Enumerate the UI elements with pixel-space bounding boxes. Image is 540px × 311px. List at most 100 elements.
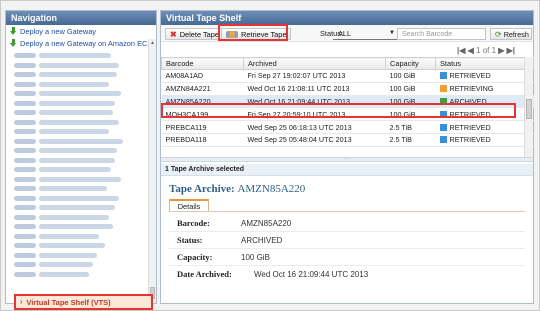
field-label-date-archived: Date Archived: [177, 269, 232, 279]
status-text: RETRIEVED [449, 122, 491, 132]
gateway-item-blurred[interactable] [6, 241, 149, 251]
column-header-archived[interactable]: Archived [243, 57, 386, 70]
cell-barcode: PREBDA118 [161, 133, 244, 147]
scroll-up-icon[interactable]: ▲ [150, 40, 155, 46]
cell-capacity: 100 GiB [385, 69, 436, 83]
gateway-item-blurred[interactable] [6, 213, 149, 223]
refresh-button[interactable]: ⟳ Refresh [490, 28, 532, 40]
cell-status: RETRIEVING [435, 82, 534, 96]
gateway-item-blurred[interactable] [6, 146, 149, 156]
gateway-item-blurred[interactable] [6, 222, 149, 232]
gateway-item-blurred[interactable] [6, 175, 149, 185]
delete-tape-button[interactable]: ✖ Delete Tape [165, 28, 225, 40]
divider [169, 231, 525, 232]
gateway-item-blurred[interactable] [6, 184, 149, 194]
gateway-item-blurred[interactable] [6, 156, 149, 166]
gateway-item-blurred[interactable] [6, 194, 149, 204]
table-row[interactable]: AMZN84A221 Wed Oct 16 21:08:11 UTC 2013 … [161, 82, 534, 96]
first-page-icon[interactable]: |◀ [457, 46, 465, 55]
virtual-tape-shelf-panel: Virtual Tape Shelf ✖ Delete Tape Retriev… [160, 10, 534, 304]
gateway-item-blurred[interactable] [6, 80, 149, 90]
status-square-icon [439, 72, 447, 80]
status-square-icon [439, 136, 447, 144]
cell-archived: Wed Oct 16 21:08:11 UTC 2013 [243, 82, 386, 96]
table-scrollbar[interactable] [524, 57, 533, 157]
delete-icon: ✖ [170, 29, 177, 39]
cell-capacity: 2.5 TiB [385, 133, 436, 147]
deploy-gateway-label: Deploy a new Gateway [20, 26, 96, 36]
divider [169, 265, 525, 266]
field-value-status: ARCHIVED [241, 236, 283, 245]
cell-barcode: AMZN84A221 [161, 82, 244, 96]
field-value-barcode: AMZN85A220 [241, 219, 292, 228]
chevron-right-icon: › [20, 298, 23, 306]
search-barcode-input[interactable]: Search Barcode [397, 28, 486, 40]
nav-item-virtual-tape-shelf[interactable]: › Virtual Tape Shelf (VTS) [14, 294, 153, 310]
gateway-item-blurred[interactable] [6, 108, 149, 118]
detail-title-prefix: Tape Archive: [169, 183, 235, 195]
gateway-item-blurred[interactable] [6, 251, 149, 261]
table-scroll-thumb[interactable] [526, 99, 532, 119]
field-label-capacity: Capacity: [177, 252, 213, 262]
deploy-gateway-link[interactable]: Deploy a new Gateway [6, 25, 156, 37]
gateway-item-blurred[interactable] [6, 118, 149, 128]
gateway-item-blurred[interactable] [6, 70, 149, 80]
gateway-item-blurred[interactable] [6, 127, 149, 137]
last-page-icon[interactable]: ▶| [507, 46, 515, 55]
table-row[interactable]: PREBDA118 Wed Sep 25 05:48:04 UTC 2013 2… [161, 133, 534, 147]
cell-capacity: 100 GiB [385, 82, 436, 96]
status-filter-select[interactable]: ALL ▼ [333, 28, 397, 40]
next-page-icon[interactable]: ▶ [498, 46, 504, 55]
gateway-item-blurred[interactable] [6, 232, 149, 242]
selection-count: 1 Tape Archive selected [161, 164, 533, 176]
cell-archived: Wed Sep 25 06:18:13 UTC 2013 [243, 120, 386, 134]
table-row[interactable]: AM08A1AD Fri Sep 27 19:02:07 UTC 2013 10… [161, 69, 534, 83]
column-header-status[interactable]: Status [435, 57, 534, 70]
cell-archived: Wed Sep 25 05:48:04 UTC 2013 [243, 133, 386, 147]
status-filter-value: ALL [338, 29, 352, 38]
cell-capacity: 2.5 TiB [385, 120, 436, 134]
gateway-item-blurred[interactable] [6, 99, 149, 109]
nav-scrollbar[interactable]: ▲ [148, 39, 156, 303]
column-header-barcode[interactable]: Barcode [161, 57, 244, 70]
gateway-list [6, 51, 149, 279]
navigation-title: Navigation [6, 11, 156, 25]
prev-page-icon[interactable]: ◀ [468, 46, 474, 55]
deploy-gateway-ec2-link[interactable]: Deploy a new Gateway on Amazon EC2 [6, 37, 156, 49]
gateway-item-blurred[interactable] [6, 165, 149, 175]
download-icon [10, 39, 17, 47]
cell-barcode: AM08A1AD [161, 69, 244, 83]
panel-splitter[interactable]: ···· [161, 157, 533, 162]
field-label-barcode: Barcode: [177, 218, 210, 228]
table-row[interactable]: PREBCA119 Wed Sep 25 06:18:13 UTC 2013 2… [161, 120, 534, 134]
gateway-item-blurred[interactable] [6, 270, 149, 280]
virtual-tape-shelf-title: Virtual Tape Shelf [161, 11, 533, 25]
gateway-item-blurred[interactable] [6, 260, 149, 270]
tab-underline [169, 211, 525, 212]
cell-archived: Fri Sep 27 19:02:07 UTC 2013 [243, 69, 386, 83]
status-square-icon [439, 123, 447, 131]
cell-status: RETRIEVED [435, 69, 534, 83]
cell-barcode: PREBCA119 [161, 120, 244, 134]
nav-item-virtual-tape-shelf-label: Virtual Tape Shelf (VTS) [26, 297, 111, 307]
selected-row-highlight [161, 103, 516, 118]
gateway-item-blurred[interactable] [6, 61, 149, 71]
tape-table: Barcode Archived Capacity Status AM08A1A… [161, 57, 534, 147]
gateway-item-blurred[interactable] [6, 137, 149, 147]
column-header-capacity[interactable]: Capacity [385, 57, 436, 70]
detail-title-value: AMZN85A220 [237, 183, 306, 195]
field-value-capacity: 100 GiB [241, 253, 270, 262]
retrieve-tape-highlight [218, 24, 288, 41]
app-frame: Navigation Deploy a new Gateway Deploy a… [0, 0, 540, 311]
delete-tape-label: Delete Tape [179, 29, 220, 39]
dropdown-arrow-icon: ▼ [389, 30, 395, 36]
navigation-panel: Navigation Deploy a new Gateway Deploy a… [5, 10, 157, 310]
field-label-status: Status: [177, 235, 203, 245]
field-value-date-archived: Wed Oct 16 21:09:44 UTC 2013 [254, 270, 369, 279]
gateway-item-blurred[interactable] [6, 89, 149, 99]
divider [169, 248, 525, 249]
status-text: RETRIEVED [449, 135, 491, 145]
gateway-item-blurred[interactable] [6, 203, 149, 213]
gateway-item-blurred[interactable] [6, 51, 149, 61]
detail-title: Tape Archive: AMZN85A220 [169, 183, 305, 195]
